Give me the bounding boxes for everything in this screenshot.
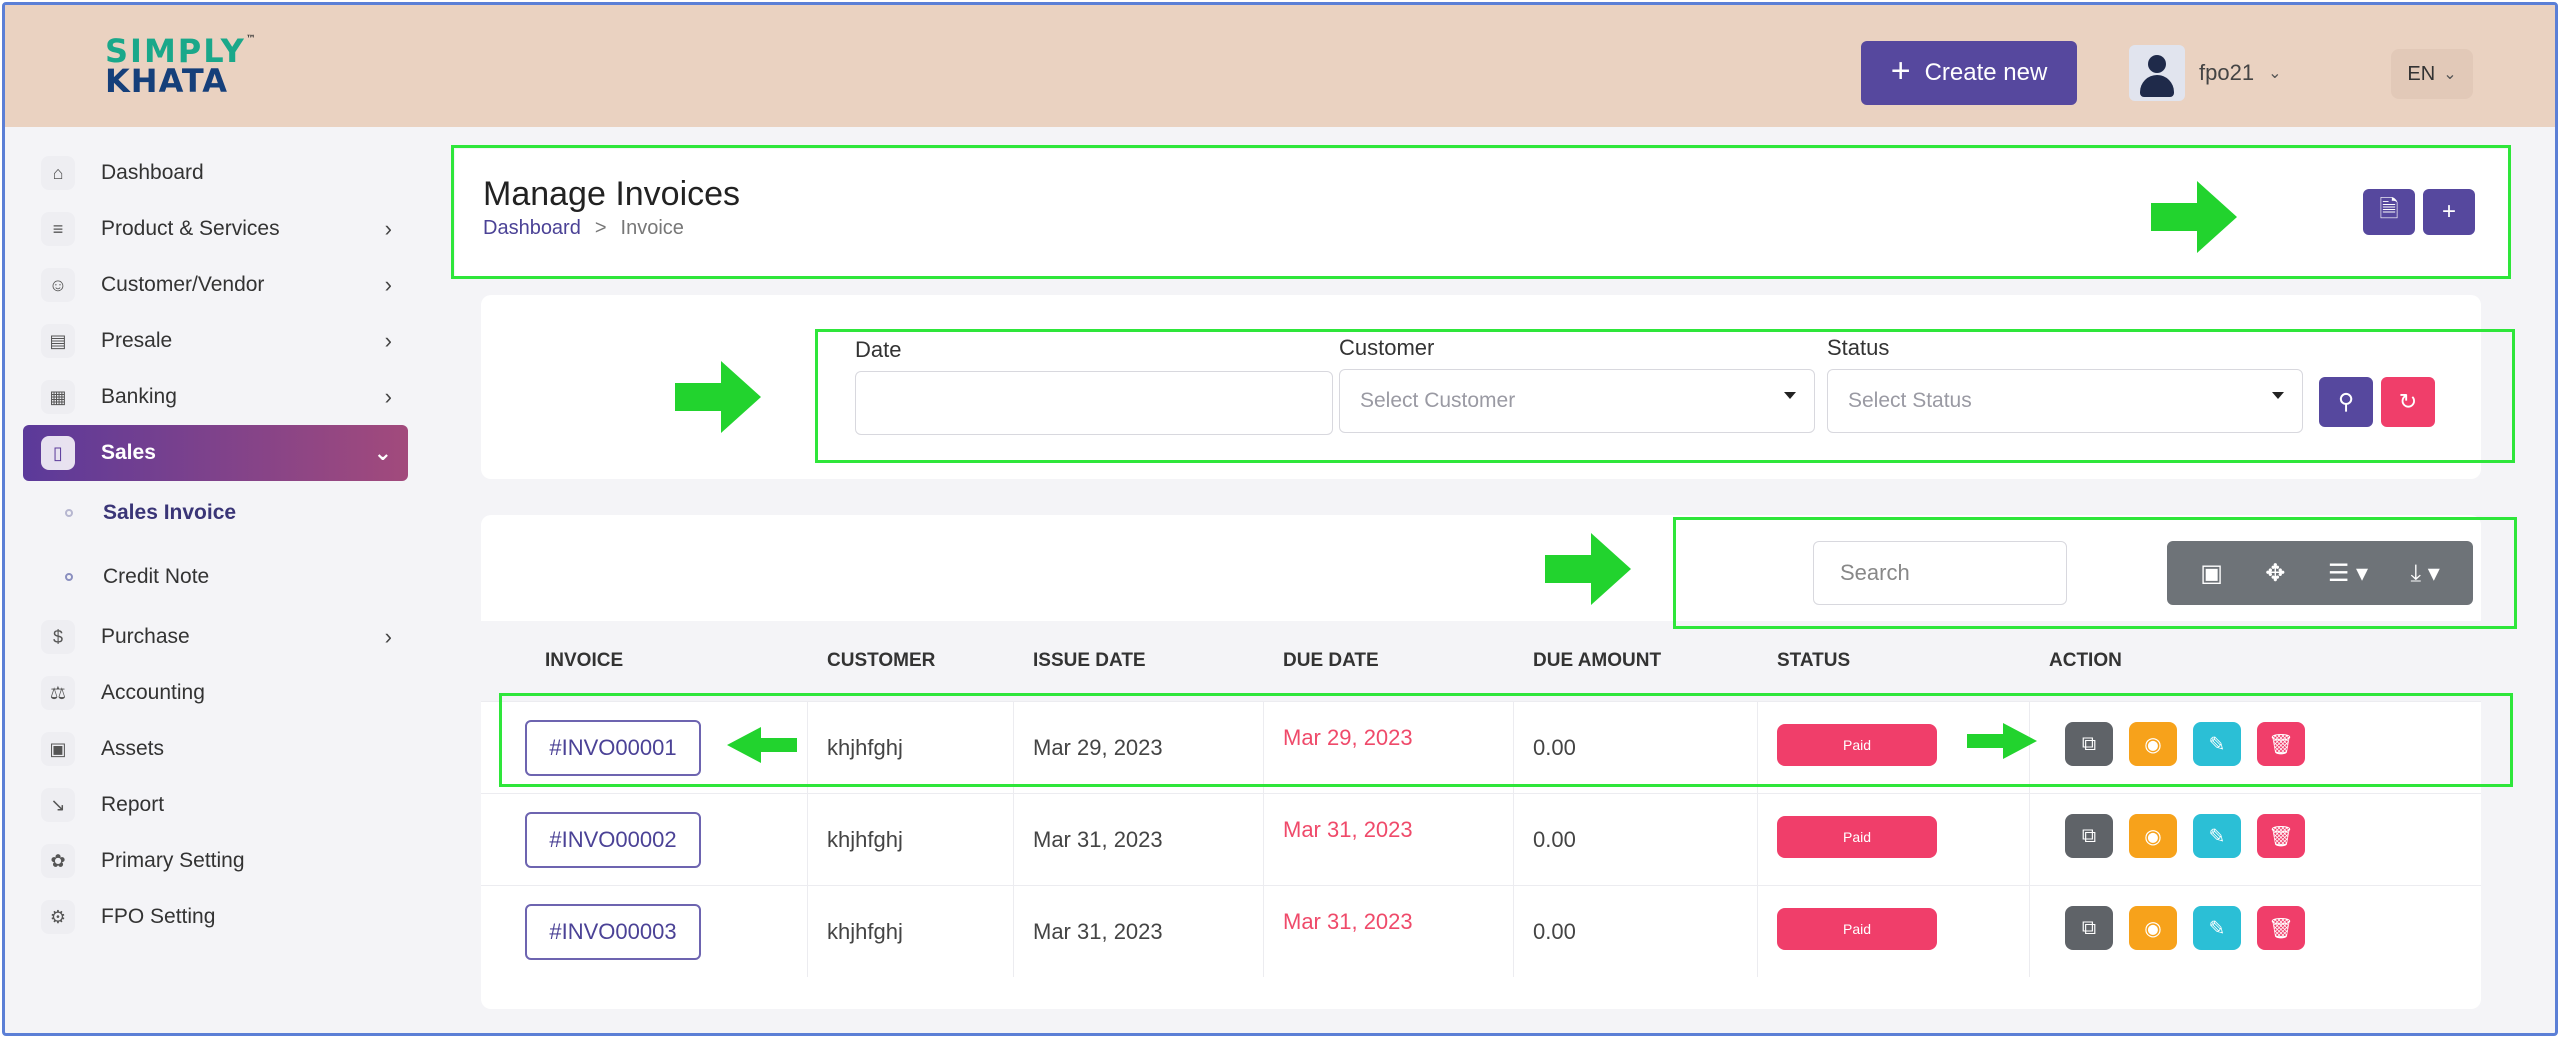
chevron-down-icon: ⌄ <box>2268 65 2282 82</box>
column-header-due-amount[interactable]: DUE AMOUNT <box>1533 621 1661 701</box>
table-row: #INVO00003 khjhfghj Mar 31, 2023 Mar 31,… <box>481 885 2481 977</box>
chevron-right-icon: › <box>384 272 392 297</box>
language-selector[interactable]: EN ⌄ <box>2391 49 2473 99</box>
status-badge: Paid <box>1777 816 1937 858</box>
plus-icon: + <box>1890 52 1911 90</box>
due-amount-cell: 0.00 <box>1533 827 1576 852</box>
sidebar: ⌂ Dashboard ≡ Product & Services › ☺ Cus… <box>23 145 408 945</box>
edit-button[interactable]: ✎ <box>2193 814 2241 858</box>
sidebar-item-purchase[interactable]: $ Purchase › <box>23 609 408 665</box>
user-plus-icon: ☺ <box>41 268 75 302</box>
chevron-right-icon: › <box>384 216 392 241</box>
arrow-right-icon <box>1967 723 2037 759</box>
view-button[interactable]: ◉ <box>2129 814 2177 858</box>
sidebar-item-report[interactable]: ↘ Report <box>23 777 408 833</box>
chevron-right-icon: › <box>384 328 392 353</box>
column-header-status[interactable]: STATUS <box>1777 621 1850 701</box>
chevron-right-icon: › <box>384 384 392 409</box>
table-row: #INVO00002 khjhfghj Mar 31, 2023 Mar 31,… <box>481 793 2481 885</box>
bullet-icon <box>65 573 73 581</box>
purchase-icon: $ <box>41 620 75 654</box>
due-date-cell: Mar 31, 2023 <box>1283 909 1413 934</box>
edit-button[interactable]: ✎ <box>2193 906 2241 950</box>
copy-icon: ⧉ <box>2081 824 2097 847</box>
arrow-right-icon <box>1545 533 1631 605</box>
gear-icon: ⚙ <box>41 900 75 934</box>
home-icon: ⌂ <box>41 156 75 190</box>
view-button[interactable]: ◉ <box>2129 906 2177 950</box>
copy-icon: ⧉ <box>2081 916 2097 939</box>
sidebar-item-primary-setting[interactable]: ✿ Primary Setting <box>23 833 408 889</box>
document-icon: ▯ <box>41 436 75 470</box>
chevron-down-icon: ⌄ <box>373 440 392 465</box>
user-name: fpo21 <box>2199 60 2255 85</box>
scale-icon: ⚖ <box>41 676 75 710</box>
customer-cell: khjhfghj <box>827 827 903 852</box>
settings-icon: ✿ <box>41 844 75 878</box>
duplicate-button[interactable]: ⧉ <box>2065 906 2113 950</box>
trash-icon: 🗑 <box>2268 825 2294 848</box>
bullet-icon <box>65 509 73 517</box>
eye-icon: ◉ <box>2144 825 2162 848</box>
edit-icon: ✎ <box>2208 917 2226 940</box>
chevron-right-icon: › <box>384 624 392 649</box>
folder-icon: ▤ <box>41 324 75 358</box>
bank-icon: ▦ <box>41 380 75 414</box>
column-header-due-date[interactable]: DUE DATE <box>1283 621 1379 701</box>
chart-icon: ↘ <box>41 788 75 822</box>
due-date-cell: Mar 31, 2023 <box>1283 817 1413 842</box>
edit-icon: ✎ <box>2208 825 2226 848</box>
delete-button[interactable]: 🗑 <box>2257 814 2305 858</box>
sidebar-item-assets[interactable]: ▣ Assets <box>23 721 408 777</box>
column-header-action: ACTION <box>2049 650 2122 671</box>
sidebar-item-presale[interactable]: ▤ Presale › <box>23 313 408 369</box>
sidebar-subitem-credit-note[interactable]: Credit Note <box>23 545 408 609</box>
top-header: SIMPLY™ KHATA + Create new fpo21 ⌄ EN ⌄ <box>5 5 2555 127</box>
sidebar-item-dashboard[interactable]: ⌂ Dashboard <box>23 145 408 201</box>
arrow-left-icon <box>727 727 797 763</box>
app-logo[interactable]: SIMPLY™ KHATA <box>105 35 258 98</box>
column-header-invoice[interactable]: INVOICE <box>545 621 623 701</box>
table-header: INVOICE CUSTOMER ISSUE DATE DUE DATE DUE… <box>481 621 2481 701</box>
user-menu[interactable]: fpo21 ⌄ <box>2129 45 2281 101</box>
invoice-number-button[interactable]: #INVO00002 <box>525 812 701 868</box>
app-window: SIMPLY™ KHATA + Create new fpo21 ⌄ EN ⌄ … <box>2 2 2558 1036</box>
issue-date-cell: Mar 31, 2023 <box>1033 919 1163 944</box>
delete-button[interactable]: 🗑 <box>2257 906 2305 950</box>
invoice-number-button[interactable]: #INVO00003 <box>525 904 701 960</box>
sidebar-item-product-services[interactable]: ≡ Product & Services › <box>23 201 408 257</box>
sidebar-item-accounting[interactable]: ⚖ Accounting <box>23 665 408 721</box>
chevron-down-icon: ⌄ <box>2443 66 2457 83</box>
sidebar-item-sales[interactable]: ▯ Sales ⌄ <box>23 425 408 481</box>
highlight-box <box>499 693 2513 787</box>
highlight-box <box>1673 517 2517 629</box>
highlight-box <box>815 329 2515 463</box>
trash-icon: 🗑 <box>2268 917 2294 940</box>
issue-date-cell: Mar 31, 2023 <box>1033 827 1163 852</box>
arrow-right-icon <box>675 361 761 433</box>
customer-cell: khjhfghj <box>827 919 903 944</box>
column-header-customer[interactable]: CUSTOMER <box>827 621 935 701</box>
sidebar-subitem-sales-invoice[interactable]: Sales Invoice <box>23 481 408 545</box>
sidebar-item-customer-vendor[interactable]: ☺ Customer/Vendor › <box>23 257 408 313</box>
eye-icon: ◉ <box>2144 917 2162 940</box>
arrow-right-icon <box>2151 181 2237 253</box>
status-badge: Paid <box>1777 908 1937 950</box>
assets-icon: ▣ <box>41 732 75 766</box>
cart-icon: ≡ <box>41 212 75 246</box>
column-header-issue-date[interactable]: ISSUE DATE <box>1033 621 1146 701</box>
duplicate-button[interactable]: ⧉ <box>2065 814 2113 858</box>
sidebar-item-fpo-setting[interactable]: ⚙ FPO Setting <box>23 889 408 945</box>
create-new-button[interactable]: + Create new <box>1861 41 2077 105</box>
sidebar-item-banking[interactable]: ▦ Banking › <box>23 369 408 425</box>
avatar <box>2129 45 2185 101</box>
due-amount-cell: 0.00 <box>1533 919 1576 944</box>
